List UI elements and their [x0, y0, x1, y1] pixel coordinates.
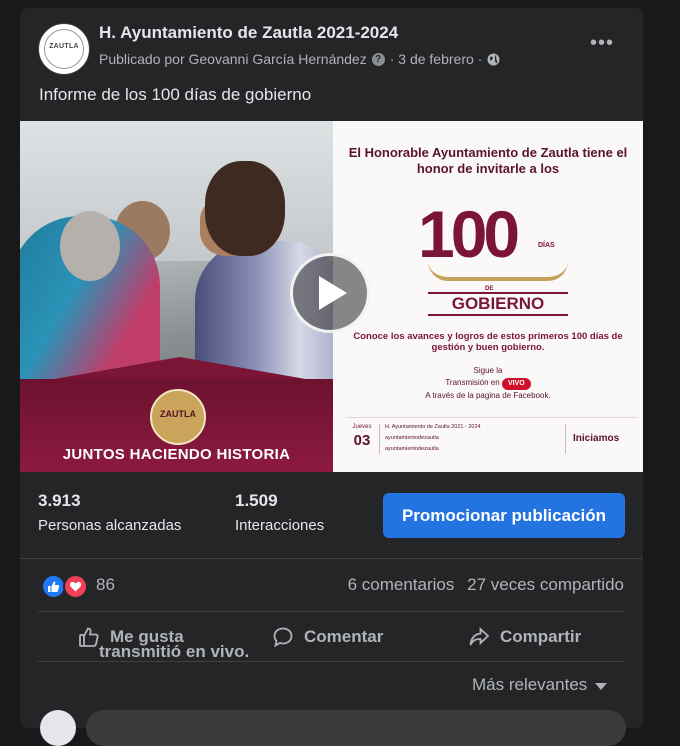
instagram-handle: ayuntamientodezautla	[385, 435, 439, 441]
reaction-icons[interactable]	[41, 574, 88, 599]
post-header-meta: Publicado por Geovanni García Hernández …	[99, 51, 500, 67]
facebook-line: A través de la pagina de Facebook.	[425, 391, 551, 400]
post-header-title: H. Ayuntamiento de Zautla 2021-2024 tran…	[99, 23, 398, 661]
comment-button[interactable]: Comentar	[272, 618, 383, 656]
avances-text: Conoce los avances y logros de estos pri…	[353, 331, 623, 353]
comment-label: Comentar	[304, 627, 384, 646]
comment-bubble-icon	[273, 627, 293, 648]
iniciamos-label: Iniciamos	[573, 433, 620, 444]
thumbs-up-icon	[79, 627, 99, 647]
interactions-label: Interacciones	[235, 517, 325, 534]
play-button-icon[interactable]	[290, 253, 370, 333]
stats-divider	[20, 558, 643, 559]
transmision-label: Transmisión en	[445, 378, 500, 387]
follow-stream-text: Sigue la Transmisión en VIVO A través de…	[393, 365, 583, 402]
day-number: 03	[353, 432, 371, 449]
more-options-icon[interactable]: •••	[588, 33, 616, 54]
live-badge: VIVO	[501, 378, 531, 390]
published-by-text: Publicado por Geovanni García Hernández	[99, 51, 367, 67]
facebook-handle: H. Ayuntamiento de Zautla 2021 - 2024	[385, 424, 481, 430]
comment-sort-dropdown[interactable]: Más relevantes	[472, 675, 608, 695]
invitation-panel: El Honorable Ayuntamiento de Zautla tien…	[333, 121, 643, 472]
sort-label: Más relevantes	[472, 675, 588, 694]
reactions-divider	[38, 611, 625, 612]
comment-input[interactable]	[86, 710, 626, 746]
invitation-text: El Honorable Ayuntamiento de Zautla tien…	[348, 145, 628, 176]
video-thumbnail[interactable]: ZAUTLA JUNTOS HACIENDO HISTORIA El Honor…	[20, 121, 643, 472]
sigue-line: Sigue la	[473, 366, 503, 375]
share-button[interactable]: Compartir	[468, 618, 581, 656]
seal-text: ZAUTLA	[160, 409, 196, 419]
reaction-count[interactable]: 86	[96, 575, 115, 595]
post-card: ZAUTLA H. Ayuntamiento de Zautla 2021-20…	[20, 8, 643, 746]
caret-down-icon	[595, 682, 608, 690]
page-avatar[interactable]: ZAUTLA	[38, 23, 90, 75]
transmision-line: Transmisión en VIVO	[393, 377, 583, 390]
reach-label: Personas alcanzadas	[38, 517, 182, 534]
globe-icon	[487, 53, 500, 65]
slogan-text: JUNTOS HACIENDO HISTORIA	[62, 446, 291, 463]
comments-count-link[interactable]: 6 comentarios	[348, 575, 455, 594]
gold-arrow-arc	[428, 261, 568, 281]
promote-post-button[interactable]: Promocionar publicación	[383, 493, 625, 538]
actions-divider	[38, 661, 625, 662]
weekday-label: Jueves	[352, 424, 372, 430]
hundred-number: 100	[418, 197, 520, 271]
reach-value: 3.913	[38, 491, 81, 510]
dias-label: DÍAS	[538, 242, 555, 249]
page-name-link[interactable]: H. Ayuntamiento de Zautla 2021-2024	[99, 23, 398, 42]
love-reaction-icon	[63, 574, 88, 599]
zautla-seal-logo: ZAUTLA	[150, 389, 206, 445]
interactions-value: 1.509	[235, 491, 278, 510]
post-date-link[interactable]: · 3 de febrero ·	[390, 51, 483, 67]
social-handles: H. Ayuntamiento de Zautla 2021 - 2024 ay…	[385, 422, 481, 455]
gobierno-label: GOBIERNO	[428, 292, 568, 316]
engagement-meta: 6 comentarios 27 veces compartido	[340, 575, 624, 595]
question-icon[interactable]: ?	[371, 52, 385, 66]
user-avatar[interactable]	[40, 710, 76, 746]
post-message: Informe de los 100 días de gobierno	[39, 85, 312, 104]
twitter-handle: ayuntamientodezautla	[385, 446, 439, 452]
shares-count-link[interactable]: 27 veces compartido	[467, 575, 624, 594]
like-label: Me gusta	[110, 627, 184, 646]
share-label: Compartir	[500, 627, 582, 646]
avatar-logo-text: ZAUTLA	[49, 43, 79, 50]
share-arrow-icon	[469, 626, 490, 646]
like-button[interactable]: Me gusta	[78, 618, 184, 656]
invitation-footer: Jueves 03 H. Ayuntamiento de Zautla 2021…	[347, 417, 637, 458]
